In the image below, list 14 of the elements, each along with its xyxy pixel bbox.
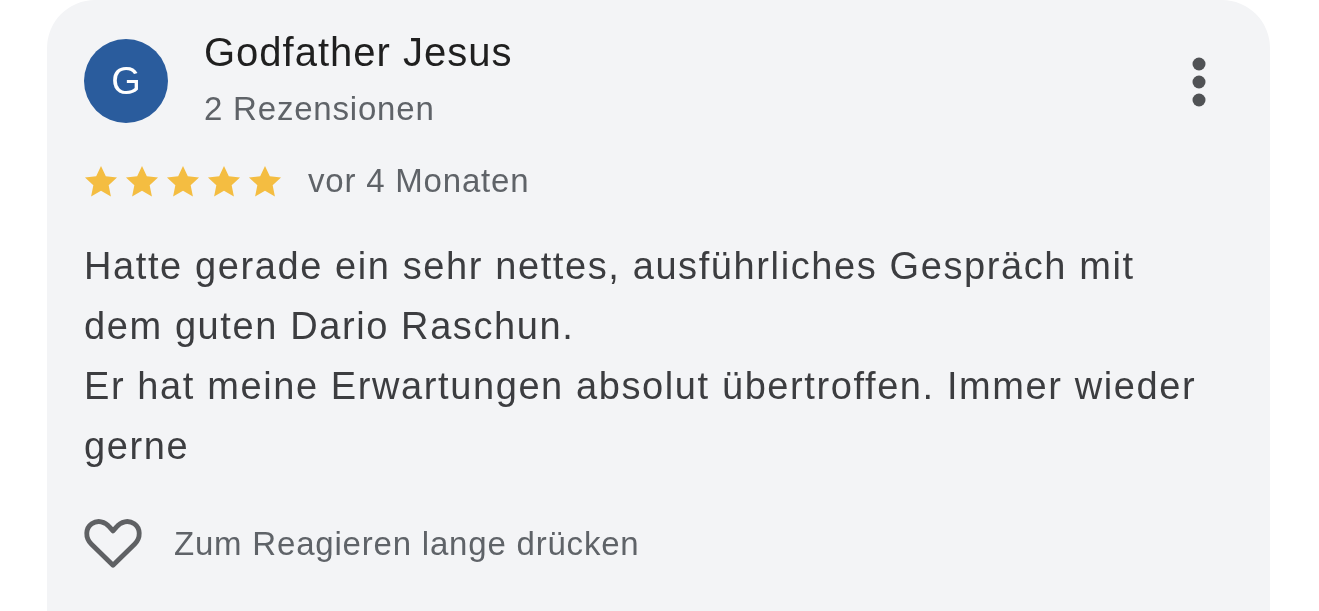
star-icon	[248, 164, 282, 198]
review-count: 2 Rezensionen	[204, 90, 435, 128]
star-icon	[125, 164, 159, 198]
review-text: Hatte gerade ein sehr nettes, ausführliches Gespräch mit dem guten Dario Raschun.	[84, 244, 1136, 349]
user-avatar: G	[84, 39, 168, 123]
author-name: Godfather Jesus	[204, 30, 513, 74]
more-options-icon[interactable]	[1192, 57, 1206, 107]
star-icon	[166, 164, 200, 198]
review-text: Er hat meine Erwartungen absolut übertroffen. Immer wieder gerne	[84, 364, 1198, 469]
star-icon	[84, 164, 118, 198]
star-icon	[207, 164, 241, 198]
review-time: vor 4 Monaten	[308, 162, 530, 200]
heart-icon[interactable]	[84, 518, 142, 570]
reaction-hint: Zum Reagieren lange drücken	[174, 525, 640, 563]
